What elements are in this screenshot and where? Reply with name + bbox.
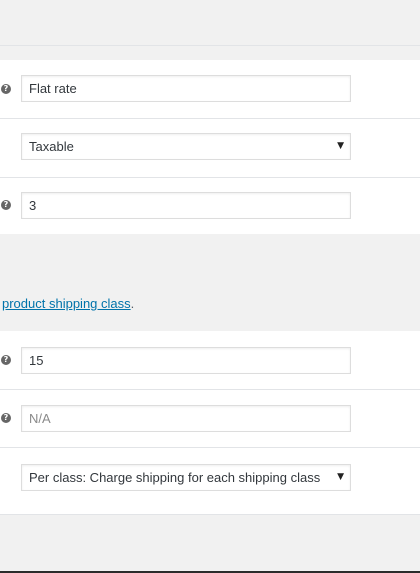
method-title-input[interactable]: Flat rate	[21, 75, 351, 102]
divider	[0, 118, 420, 119]
divider	[0, 389, 420, 390]
dropdown-arrow-icon: ▼	[337, 141, 344, 151]
top-section	[0, 0, 420, 46]
class-cost-input[interactable]: 15	[21, 347, 351, 374]
help-tip-icon[interactable]: ?	[1, 200, 11, 210]
divider	[0, 447, 420, 448]
no-class-cost-input[interactable]: N/A	[21, 405, 351, 432]
description-suffix: .	[130, 296, 135, 311]
help-tip-icon[interactable]: ?	[1, 84, 11, 94]
help-tip-icon[interactable]: ?	[1, 413, 11, 423]
tax-status-value: Taxable	[29, 139, 74, 154]
shipping-classes-description: product shipping class.	[2, 296, 134, 311]
calculation-type-value: Per class: Charge shipping for each ship…	[29, 470, 321, 485]
divider	[0, 45, 420, 46]
product-shipping-class-link[interactable]: product shipping class	[2, 296, 131, 311]
dropdown-arrow-icon: ▼	[337, 472, 344, 482]
calculation-type-select[interactable]: Per class: Charge shipping for each ship…	[21, 464, 351, 491]
cost-input[interactable]: 3	[21, 192, 351, 219]
shipping-classes-section	[0, 234, 420, 331]
bottom-section	[0, 515, 420, 571]
help-tip-icon[interactable]: ?	[1, 355, 11, 365]
divider	[0, 177, 420, 178]
tax-status-select[interactable]: Taxable ▼	[21, 133, 351, 160]
